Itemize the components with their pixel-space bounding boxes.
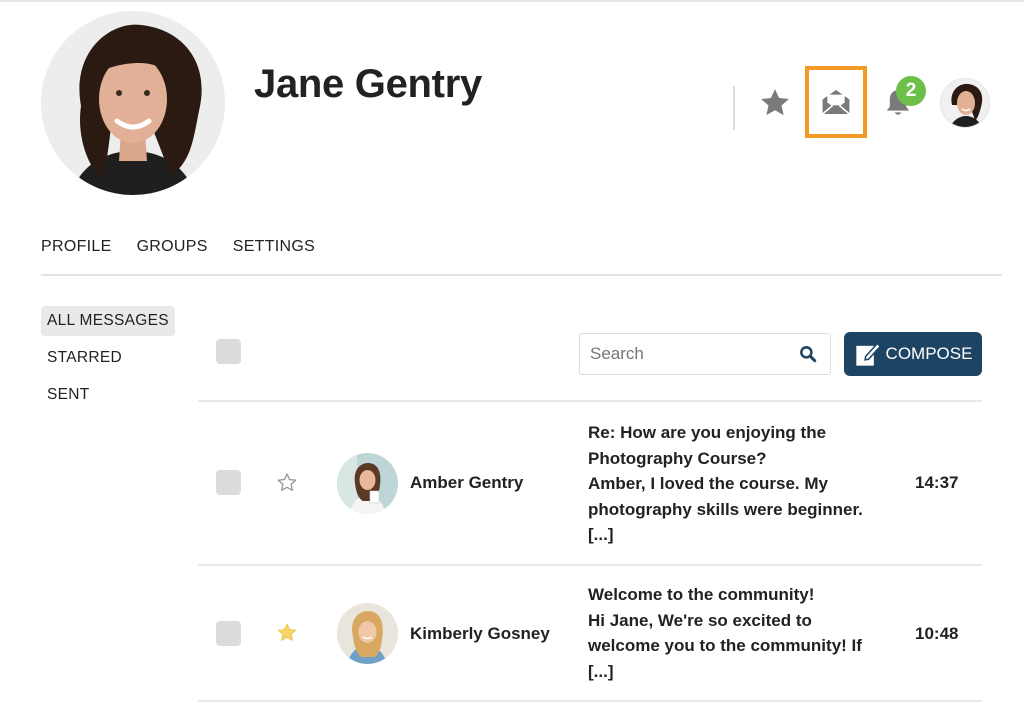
compose-label: COMPOSE (885, 344, 973, 363)
message-line: Welcome to the community! (588, 585, 815, 604)
sender-avatar (337, 603, 398, 664)
message-checkbox[interactable] (216, 470, 241, 495)
sender-name: Kimberly Gosney (410, 624, 550, 643)
sender-name: Amber Gentry (410, 473, 524, 492)
message-line: Amber, I loved the course. My (588, 474, 828, 493)
header-divider (733, 86, 735, 130)
sender-avatar (337, 453, 398, 514)
favorites-button[interactable] (756, 84, 794, 122)
messages-button[interactable] (805, 66, 867, 138)
message-line: welcome you to the community! If (588, 636, 862, 655)
message-row[interactable]: Amber Gentry Re: How are you enjoying th… (198, 402, 982, 564)
notification-badge: 2 (896, 76, 926, 106)
star-icon (761, 89, 789, 116)
star-outline-icon[interactable] (275, 471, 299, 495)
mail-open-icon (822, 90, 850, 115)
tab-groups[interactable]: GROUPS (137, 238, 208, 256)
search-box (579, 333, 831, 375)
profile-name: Jane Gentry (254, 62, 482, 106)
nav-tabs: PROFILE GROUPS SETTINGS (41, 238, 315, 256)
tab-settings[interactable]: SETTINGS (233, 238, 315, 256)
message-time: 10:48 (915, 624, 959, 643)
message-preview: Re: How are you enjoying the Photography… (588, 420, 888, 548)
tab-profile[interactable]: PROFILE (41, 238, 112, 256)
message-checkbox[interactable] (216, 621, 241, 646)
sidebar-item-starred[interactable]: STARRED (41, 343, 128, 373)
search-input[interactable] (590, 344, 798, 364)
select-all-checkbox[interactable] (216, 339, 241, 364)
sidebar-item-sent[interactable]: SENT (41, 380, 96, 410)
message-line: Photography Course? (588, 448, 767, 468)
message-line: Re: How are you enjoying the (588, 423, 827, 442)
top-border (0, 0, 1024, 2)
profile-avatar (41, 11, 225, 195)
message-preview: Welcome to the community! Hi Jane, We're… (588, 582, 888, 684)
message-row[interactable]: Kimberly Gosney Welcome to the community… (198, 566, 982, 700)
message-line: photography skills were beginner. (588, 499, 863, 519)
search-icon[interactable] (798, 343, 818, 365)
row-divider (198, 700, 982, 702)
message-line: Hi Jane, We're so excited to (588, 610, 812, 630)
user-avatar[interactable] (940, 78, 990, 128)
compose-icon (855, 342, 881, 366)
message-line: [...] (588, 525, 614, 544)
compose-button[interactable]: COMPOSE (844, 332, 982, 376)
star-filled-icon[interactable] (275, 621, 299, 645)
tabs-divider (41, 274, 1002, 276)
message-time: 14:37 (915, 473, 959, 492)
message-line: [...] (588, 661, 614, 681)
sidebar-item-all-messages[interactable]: ALL MESSAGES (41, 306, 175, 336)
